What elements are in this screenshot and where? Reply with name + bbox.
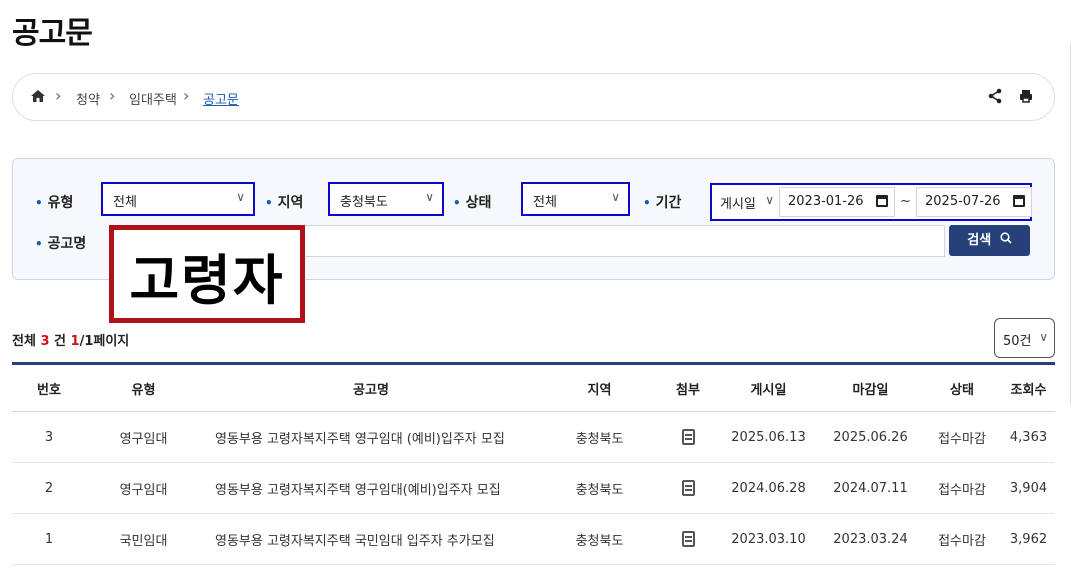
home-icon[interactable] (30, 88, 46, 108)
search-term-callout: 고령자 (109, 225, 305, 323)
header-views: 조회수 (1002, 363, 1055, 412)
result-summary: 전체 3 건 1/1페이지 (12, 330, 129, 349)
header-attachment: 첨부 (658, 363, 718, 412)
cell-attachment (658, 411, 718, 463)
header-deadline: 마감일 (819, 363, 922, 412)
cell-views: 3,962 (1002, 513, 1055, 565)
cell-views: 4,363 (1002, 411, 1055, 463)
cell-posted: 2023.03.10 (718, 513, 819, 565)
cell-region: 충청북도 (541, 462, 658, 514)
chevron-right-icon: › (183, 86, 190, 105)
header-type: 유형 (86, 363, 201, 412)
notice-table: 번호 유형 공고명 지역 첨부 게시일 마감일 상태 조회수 3 영구임대 영동… (12, 362, 1055, 565)
start-date-value: 2023-01-26 (788, 194, 864, 209)
type-select[interactable]: 전체 ∨ (101, 182, 255, 216)
cell-title-link[interactable]: 영동부용 고령자복지주택 영구임대(예비)입주자 모집 (201, 462, 541, 514)
start-date-input[interactable]: 2023-01-26 (779, 187, 895, 217)
result-prefix: 전체 (12, 334, 36, 349)
cell-attachment (658, 513, 718, 565)
chevron-right-icon: › (55, 86, 62, 105)
per-page-value: 50건 (1003, 334, 1032, 349)
result-count: 3 (40, 334, 50, 349)
calendar-icon[interactable] (876, 195, 888, 207)
header-region: 지역 (541, 363, 658, 412)
share-icon[interactable] (987, 88, 1003, 108)
cell-region: 충청북도 (541, 411, 658, 463)
status-label: • 상태 (453, 195, 492, 211)
title-label: • 공고명 (35, 236, 87, 252)
table-row[interactable]: 3 영구임대 영동부용 고령자복지주택 영구임대 (예비)입주자 모집 충청북도… (12, 411, 1055, 463)
region-select[interactable]: 충청북도 ∨ (328, 182, 444, 216)
breadcrumb: › 청약 › 임대주택 › 공고문 (12, 73, 1055, 121)
status-select[interactable]: 전체 ∨ (521, 182, 630, 216)
date-separator: ~ (900, 194, 911, 209)
cell-title-link[interactable]: 영동부용 고령자복지주택 영구임대 (예비)입주자 모집 (201, 411, 541, 463)
status-select-value: 전체 (533, 195, 557, 210)
cell-deadline: 2024.07.11 (819, 462, 922, 514)
search-term-callout-text: 고령자 (129, 249, 285, 312)
cell-status: 접수마감 (922, 513, 1002, 565)
end-date-value: 2025-07-26 (925, 194, 1001, 209)
period-label: • 기간 (643, 195, 682, 211)
cell-status: 접수마감 (922, 411, 1002, 463)
cell-attachment (658, 462, 718, 514)
chevron-right-icon: › (109, 86, 116, 105)
per-page-select[interactable]: 50건 ∨ (994, 318, 1055, 358)
search-icon (1000, 225, 1012, 256)
page-total: /1페이지 (79, 334, 130, 349)
type-label: • 유형 (35, 195, 74, 211)
table-row[interactable]: 1 국민임대 영동부용 고령자복지주택 국민임대 입주자 추가모집 충청북도 2… (12, 513, 1055, 565)
cell-type: 영구임대 (86, 462, 201, 514)
period-basis-select[interactable]: 게시일 ∨ (714, 187, 776, 217)
file-icon[interactable] (681, 480, 695, 496)
chevron-down-icon: ∨ (1039, 330, 1048, 344)
result-unit: 건 (54, 334, 66, 349)
breadcrumb-item-rental-housing[interactable]: 임대주택 (129, 89, 177, 108)
cell-no: 1 (12, 513, 86, 565)
search-button[interactable]: 검색 (949, 225, 1030, 256)
cell-deadline: 2025.06.26 (819, 411, 922, 463)
file-icon[interactable] (681, 429, 695, 445)
type-select-value: 전체 (113, 195, 137, 210)
cell-region: 충청북도 (541, 513, 658, 565)
region-label: • 지역 (265, 195, 304, 211)
cell-no: 3 (12, 411, 86, 463)
breadcrumb-item-notice[interactable]: 공고문 (203, 89, 239, 108)
header-no: 번호 (12, 363, 86, 412)
page-scrollbar[interactable] (1070, 44, 1071, 404)
header-title: 공고명 (201, 363, 541, 412)
cell-type: 국민임대 (86, 513, 201, 565)
page-current: 1 (70, 334, 80, 349)
chevron-down-icon: ∨ (765, 193, 774, 207)
header-posted: 게시일 (718, 363, 819, 412)
end-date-input[interactable]: 2025-07-26 (916, 187, 1032, 217)
chevron-down-icon: ∨ (236, 190, 245, 204)
file-icon[interactable] (681, 531, 695, 547)
period-basis-value: 게시일 (720, 197, 756, 212)
search-button-label: 검색 (967, 233, 992, 248)
cell-title-link[interactable]: 영동부용 고령자복지주택 국민임대 입주자 추가모집 (201, 513, 541, 565)
header-status: 상태 (922, 363, 1002, 412)
cell-views: 3,904 (1002, 462, 1055, 514)
cell-posted: 2025.06.13 (718, 411, 819, 463)
cell-status: 접수마감 (922, 462, 1002, 514)
cell-deadline: 2023.03.24 (819, 513, 922, 565)
chevron-down-icon: ∨ (425, 190, 434, 204)
table-header-row: 번호 유형 공고명 지역 첨부 게시일 마감일 상태 조회수 (12, 363, 1055, 412)
breadcrumb-item-cheongyak[interactable]: 청약 (76, 89, 100, 108)
region-select-value: 충청북도 (340, 195, 388, 210)
table-row[interactable]: 2 영구임대 영동부용 고령자복지주택 영구임대(예비)입주자 모집 충청북도 … (12, 462, 1055, 514)
page-title: 공고문 (12, 16, 93, 51)
cell-posted: 2024.06.28 (718, 462, 819, 514)
print-icon[interactable] (1018, 88, 1034, 108)
period-range: 게시일 ∨ 2023-01-26 ~ 2025-07-26 (710, 183, 1032, 221)
calendar-icon[interactable] (1013, 195, 1025, 207)
cell-type: 영구임대 (86, 411, 201, 463)
chevron-down-icon: ∨ (611, 190, 620, 204)
cell-no: 2 (12, 462, 86, 514)
